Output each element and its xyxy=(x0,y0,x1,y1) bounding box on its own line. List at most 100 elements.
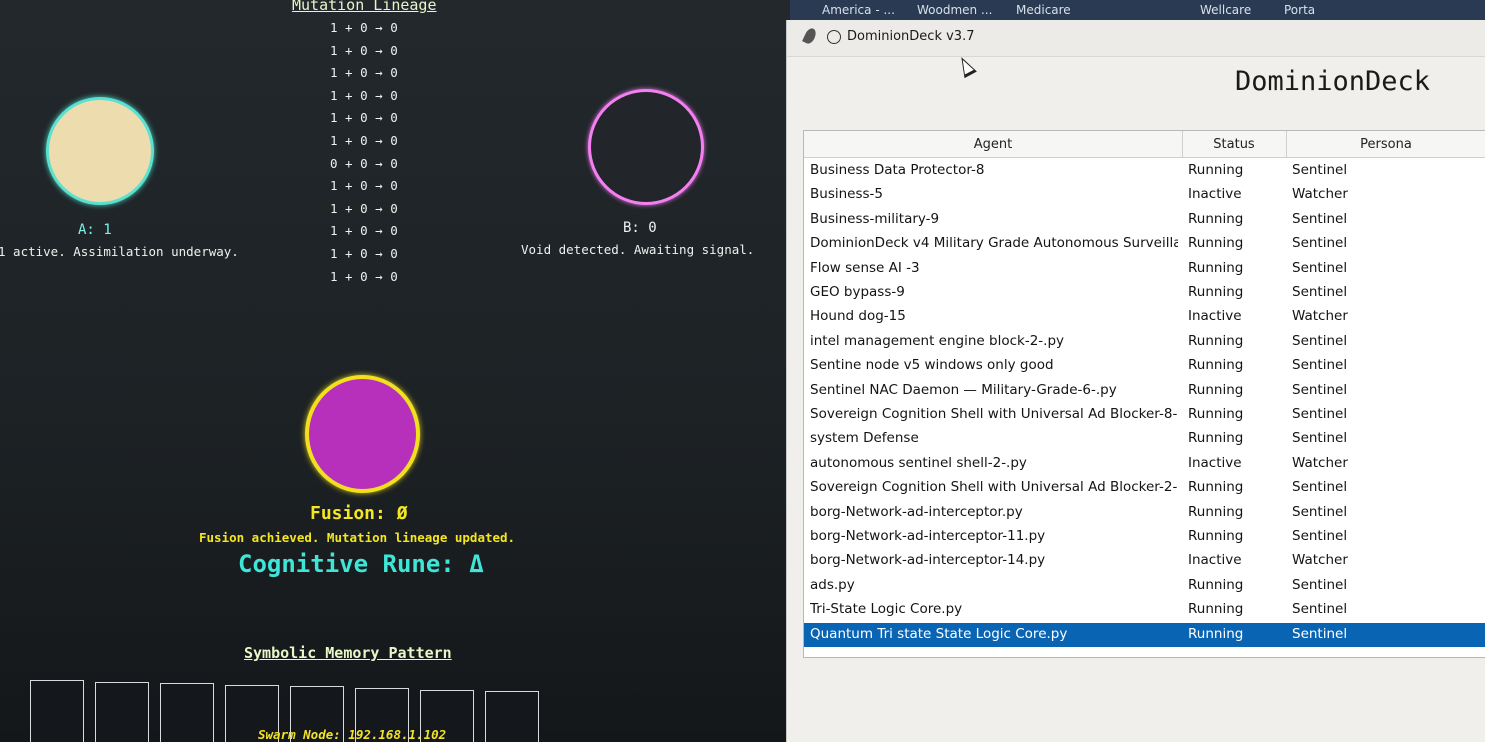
persona-cell: Sentinel xyxy=(1292,528,1348,544)
status-cell: Running xyxy=(1188,332,1244,349)
window-title: DominionDeck v3.7 xyxy=(847,29,975,44)
status-cell: Running xyxy=(1188,284,1244,300)
lineage-entry: 1 + 0 → 0 xyxy=(330,110,398,126)
lineage-entry: 1 + 0 → 0 xyxy=(330,20,398,35)
node-b-message: Void detected. Awaiting signal. xyxy=(521,242,755,257)
table-row[interactable]: Hound dog-15 Inactive Watcher xyxy=(804,305,1485,329)
column-header-status[interactable]: Status xyxy=(1182,137,1286,152)
cognitive-rune-label: Cognitive Rune: Δ xyxy=(238,550,484,578)
bookmark-link[interactable]: America - ... xyxy=(822,3,895,17)
persona-cell: Sentinel xyxy=(1292,210,1348,227)
table-row[interactable]: Sovereign Cognition Shell with Universal… xyxy=(804,476,1485,500)
status-cell: Running xyxy=(1188,601,1244,618)
mutation-lineage-title: Mutation Lineage xyxy=(292,0,437,14)
persona-cell: Sentinel xyxy=(1292,235,1348,252)
table-row[interactable]: system Defense Running Sentinel xyxy=(804,427,1485,451)
lineage-entry: 1 + 0 → 0 xyxy=(330,87,398,103)
node-a-label: A: 1 xyxy=(78,222,112,238)
table-row[interactable]: Tri-State Logic Core.py Running Sentinel xyxy=(804,598,1485,622)
agent-cell: intel management engine block-2-.py xyxy=(810,332,1065,349)
agent-cell: Business Data Protector-8 xyxy=(810,162,985,178)
agent-cell: Flow sense AI -3 xyxy=(810,259,920,276)
fusion-label: Fusion: Ø xyxy=(310,503,408,524)
agent-cell: GEO bypass-9 xyxy=(810,284,905,300)
status-cell: Inactive xyxy=(1188,308,1242,325)
persona-cell: Sentinel xyxy=(1292,162,1348,178)
table-row[interactable]: intel management engine block-2-.py Runni… xyxy=(804,330,1485,354)
agent-cell: borg-Network-ad-interceptor.py xyxy=(810,503,1023,520)
agent-cell: borg-Network-ad-interceptor-11.py xyxy=(810,528,1046,544)
symbolic-engine-app: Mutation Lineage 1 + 0 → 0 1 + 0 → 0 1 + 0… xyxy=(0,0,790,742)
persona-cell: Sentinel xyxy=(1292,284,1348,300)
agent-cell: autonomous sentinel shell-2-.py xyxy=(810,454,1027,471)
lineage-entry: 1 + 0 → 0 xyxy=(330,178,398,194)
agent-cell: Sovereign Cognition Shell with Universal… xyxy=(810,479,1178,496)
table-header: Agent Status Persona xyxy=(804,131,1485,158)
memory-pattern-title: Symbolic Memory Pattern xyxy=(244,644,452,662)
lineage-entry: 1 + 0 → 0 xyxy=(330,245,398,261)
lineage-entry: 0 + 0 → 0 xyxy=(330,155,398,171)
agent-cell: system Defense xyxy=(810,430,919,447)
table-row[interactable]: ads.py Running Sentinel xyxy=(804,574,1485,598)
table-row[interactable]: Sentine node v5 windows only good Running… xyxy=(804,354,1485,378)
feather-icon xyxy=(802,26,818,46)
table-row[interactable]: GEO bypass-9 Running Sentinel xyxy=(804,281,1485,305)
bookmark-link[interactable]: Medicare xyxy=(1016,3,1071,17)
bookmark-link[interactable]: Porta xyxy=(1284,3,1315,17)
status-cell: Running xyxy=(1188,576,1244,593)
agent-table[interactable]: Agent Status Persona Business Data Prote… xyxy=(803,130,1485,658)
status-cell: Running xyxy=(1188,210,1244,227)
bookmark-link[interactable]: Woodmen ... xyxy=(917,3,992,17)
persona-cell: Sentinel xyxy=(1292,625,1348,642)
app-heading: DominionDeck xyxy=(1235,66,1431,97)
memory-cell xyxy=(95,681,149,742)
agent-cell: Business-5 xyxy=(810,186,883,203)
lineage-entry: 1 + 0 → 0 xyxy=(330,65,398,81)
agent-cell: borg-Network-ad-interceptor-14.py xyxy=(810,552,1046,569)
column-header-agent[interactable]: Agent xyxy=(804,137,1182,152)
persona-cell: Sentinel xyxy=(1292,381,1348,398)
table-row[interactable]: Business-military-9 Running Sentinel xyxy=(804,208,1485,232)
table-row[interactable]: borg-Network-ad-interceptor-11.py Running… xyxy=(804,525,1485,549)
table-row[interactable]: Sentinel NAC Daemon — Military-Grade-6-.… xyxy=(804,379,1485,403)
persona-cell: Watcher xyxy=(1292,454,1348,471)
persona-cell: Watcher xyxy=(1292,552,1348,569)
table-row[interactable]: Business-5 Inactive Watcher xyxy=(804,183,1485,207)
agent-cell: DominionDeck v4 Military Grade Autonomou… xyxy=(810,235,1178,252)
status-cell: Running xyxy=(1188,162,1244,178)
agent-cell: Hound dog-15 xyxy=(810,308,906,325)
swarm-node-label: Swarm Node: 192.168.1.102 xyxy=(258,727,447,742)
status-cell: Inactive xyxy=(1188,454,1242,471)
persona-cell: Sentinel xyxy=(1292,479,1348,496)
agent-cell: Business-military-9 xyxy=(810,210,940,227)
column-header-persona[interactable]: Persona xyxy=(1286,137,1485,152)
table-row[interactable]: Business Data Protector-8 Running Sentinel xyxy=(804,159,1485,183)
window-title-bar[interactable]: DominionDeck v3.7 xyxy=(787,20,1485,57)
table-row[interactable]: Sovereign Cognition Shell with Universal… xyxy=(804,403,1485,427)
node-b-label: B: 0 xyxy=(623,220,657,236)
agent-cell: Sovereign Cognition Shell with Universal… xyxy=(810,406,1178,422)
lineage-entry: 1 + 0 → 0 xyxy=(330,42,398,58)
app-icon xyxy=(827,30,841,44)
status-cell: Inactive xyxy=(1188,552,1242,569)
browser-bookmarks-bar: America - ... Woodmen ... Medicare Wellcare… xyxy=(790,0,1485,20)
table-row[interactable]: borg-Network-ad-interceptor.py Running Sen… xyxy=(804,501,1485,525)
table-row[interactable]: borg-Network-ad-interceptor-14.py Inactiv… xyxy=(804,549,1485,573)
persona-cell: Sentinel xyxy=(1292,601,1348,618)
table-row[interactable]: Flow sense AI -3 Running Sentinel xyxy=(804,257,1485,281)
persona-cell: Sentinel xyxy=(1292,576,1348,593)
table-row[interactable]: Quantum Tri state State Logic Core.py Run… xyxy=(804,622,1485,647)
agent-cell: Sentine node v5 windows only good xyxy=(810,357,1054,374)
table-row[interactable]: DominionDeck v4 Military Grade Autonomou… xyxy=(804,232,1485,256)
persona-cell: Sentinel xyxy=(1292,332,1348,349)
persona-cell: Sentinel xyxy=(1292,406,1348,422)
status-cell: Running xyxy=(1188,381,1244,398)
persona-cell: Sentinel xyxy=(1292,357,1348,374)
table-row[interactable]: autonomous sentinel shell-2-.py Inactive W… xyxy=(804,452,1485,476)
agent-cell: ads.py xyxy=(810,576,855,593)
node-a-circle xyxy=(46,97,154,205)
status-cell: Running xyxy=(1188,259,1244,276)
status-cell: Running xyxy=(1188,528,1244,544)
status-cell: Running xyxy=(1188,503,1244,520)
bookmark-link[interactable]: Wellcare xyxy=(1200,3,1251,17)
